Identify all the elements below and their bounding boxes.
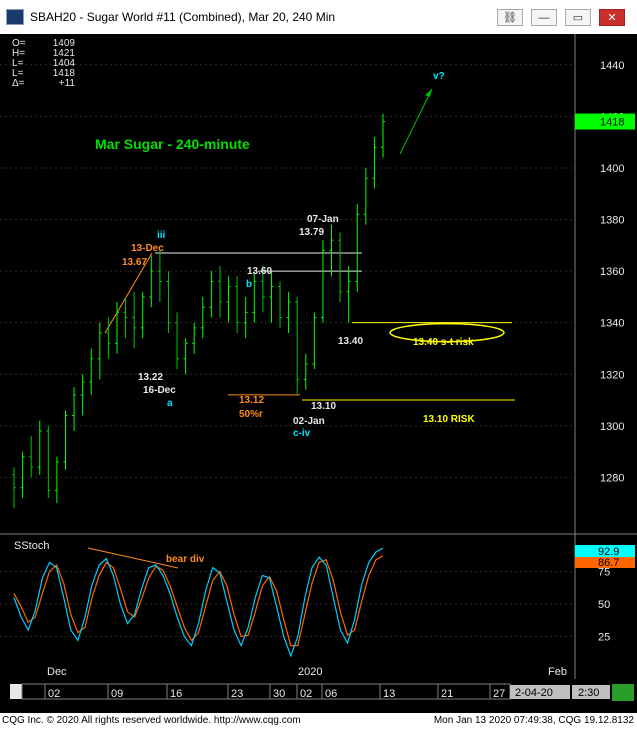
annotation-label: 13.12 bbox=[239, 395, 264, 406]
annotation-label: 13-Dec bbox=[131, 243, 164, 254]
price-tick-label: 1360 bbox=[600, 266, 624, 278]
scroll-thumb bbox=[10, 684, 22, 699]
copyright-text: CQG Inc. © 2020 All rights reserved worl… bbox=[2, 715, 301, 726]
date-tick-label: 06 bbox=[325, 688, 337, 700]
annotation-label: 13.79 bbox=[299, 227, 324, 238]
stoch-tick-label: 25 bbox=[598, 632, 610, 644]
stoch-d-value: 86.7 bbox=[598, 557, 619, 569]
annotation-label: 13.60 bbox=[247, 266, 272, 277]
annotation-label: v? bbox=[433, 71, 445, 82]
annotation-label: 16-Dec bbox=[143, 385, 176, 396]
bear-div-label: bear div bbox=[166, 554, 205, 565]
annotation-label: 13.10 bbox=[311, 401, 336, 412]
date-tick-label: 27 bbox=[493, 688, 505, 700]
annotation-label: 13.67 bbox=[122, 257, 147, 268]
app-icon bbox=[6, 9, 24, 25]
time-readout: 2:30 bbox=[578, 687, 599, 699]
price-chart[interactable]: O= 1409H= 1421L= 1404L= 1418Δ= +11 Mar Sugar … bbox=[0, 34, 637, 713]
price-tick-label: 1400 bbox=[600, 163, 624, 175]
timestamp-text: Mon Jan 13 2020 07:49:38, CQG 19.12.8132 bbox=[433, 715, 634, 726]
annotation-label: 13.10 RISK bbox=[423, 414, 475, 425]
price-axis-background bbox=[575, 34, 637, 679]
link-icon-button[interactable]: — bbox=[531, 9, 557, 26]
month-label: 2020 bbox=[298, 666, 322, 678]
link-button[interactable]: ⛓ bbox=[497, 9, 523, 26]
status-bar: CQG Inc. © 2020 All rights reserved worl… bbox=[0, 713, 637, 729]
annotation-label: 13.40 bbox=[338, 336, 363, 347]
window-title: SBAH20 - Sugar World #11 (Combined), Mar… bbox=[30, 10, 336, 24]
date-tick-label: 09 bbox=[111, 688, 123, 700]
last-price-label: 1418 bbox=[600, 117, 624, 129]
chart-background bbox=[0, 34, 575, 679]
annotation-label: 50%r bbox=[239, 409, 263, 420]
price-tick-label: 1380 bbox=[600, 215, 624, 227]
date-tick-label: 02 bbox=[48, 688, 60, 700]
date-readout: 2-04-20 bbox=[515, 687, 553, 699]
date-tick-label: 16 bbox=[170, 688, 182, 700]
ohlc-value: +11 bbox=[59, 78, 76, 89]
price-tick-label: 1340 bbox=[600, 318, 624, 330]
date-tick-label: 23 bbox=[231, 688, 243, 700]
price-tick-label: 1300 bbox=[600, 421, 624, 433]
annotation-label: 07-Jan bbox=[307, 214, 339, 225]
date-tick-label: 30 bbox=[273, 688, 285, 700]
stoch-tick-label: 50 bbox=[598, 599, 610, 611]
chart-window: SBAH20 - Sugar World #11 (Combined), Mar… bbox=[0, 0, 637, 713]
date-tick-label: 21 bbox=[441, 688, 453, 700]
annotation-label: 13.40 s-t risk bbox=[413, 337, 474, 348]
month-label: Dec bbox=[47, 666, 67, 678]
price-tick-label: 1280 bbox=[600, 472, 624, 484]
scroll-track bbox=[21, 683, 511, 700]
month-label: Feb bbox=[548, 666, 567, 678]
price-tick-label: 1320 bbox=[600, 369, 624, 381]
annotation-label: a bbox=[167, 398, 173, 409]
annotation-label: 13.22 bbox=[138, 372, 163, 383]
annotation-label: 02-Jan bbox=[293, 416, 325, 427]
scroll-end-button bbox=[612, 684, 634, 701]
date-tick-label: 13 bbox=[383, 688, 395, 700]
title-bar[interactable]: SBAH20 - Sugar World #11 (Combined), Mar… bbox=[0, 0, 637, 35]
stoch-label: SStoch bbox=[14, 540, 49, 552]
ohlc-key: Δ= bbox=[12, 78, 25, 89]
chart-title: Mar Sugar - 240-minute bbox=[95, 136, 250, 152]
annotation-label: c-iv bbox=[293, 428, 311, 439]
price-tick-label: 1440 bbox=[600, 60, 624, 72]
annotation-label: iii bbox=[157, 230, 166, 241]
restore-button[interactable]: ▭ bbox=[565, 9, 591, 26]
annotation-label: b bbox=[246, 279, 252, 290]
date-tick-label: 02 bbox=[300, 688, 312, 700]
close-button[interactable]: ✕ bbox=[599, 9, 625, 26]
